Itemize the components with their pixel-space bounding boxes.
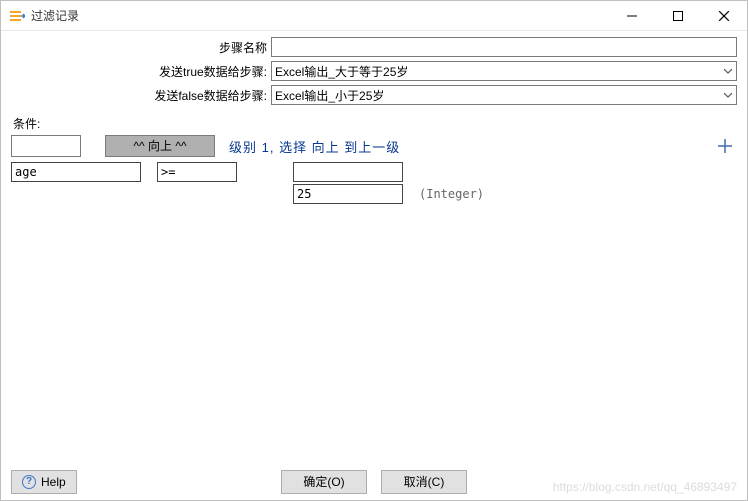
window-title: 过滤记录 — [31, 7, 609, 24]
send-false-combo[interactable] — [271, 85, 737, 105]
chevron-down-icon — [724, 91, 732, 99]
minimize-button[interactable] — [609, 1, 655, 31]
maximize-button[interactable] — [655, 1, 701, 31]
help-button[interactable]: ? Help — [11, 470, 77, 494]
condition-root-box[interactable] — [11, 135, 81, 157]
condition-type-label: (Integer) — [419, 187, 484, 201]
navigate-up-button[interactable]: ^^ 向上 ^^ — [105, 135, 215, 157]
title-bar: 过滤记录 — [1, 1, 747, 31]
send-true-dropdown-button[interactable] — [720, 62, 736, 80]
condition-operator-input[interactable] — [157, 162, 237, 182]
footer: ? Help 确定(O) 取消(C) — [1, 466, 747, 500]
cancel-button[interactable]: 取消(C) — [381, 470, 467, 494]
close-button[interactable] — [701, 1, 747, 31]
step-name-label: 步骤名称 — [11, 39, 271, 56]
add-condition-button[interactable] — [713, 134, 737, 158]
plus-icon — [717, 138, 733, 154]
condition-value-input-2[interactable] — [293, 184, 403, 204]
condition-value-input-1[interactable] — [293, 162, 403, 182]
send-true-label: 发送true数据给步骤: — [11, 63, 271, 80]
level-text: 级别 1, 选择 向上 到上一级 — [229, 137, 400, 156]
condition-field-input[interactable] — [11, 162, 141, 182]
help-label: Help — [41, 475, 66, 489]
help-icon: ? — [22, 475, 36, 489]
chevron-down-icon — [724, 67, 732, 75]
send-true-combo[interactable] — [271, 61, 737, 81]
ok-button[interactable]: 确定(O) — [281, 470, 367, 494]
step-name-input[interactable] — [271, 37, 737, 57]
conditions-label: 条件: — [1, 113, 747, 134]
send-false-label: 发送false数据给步骤: — [11, 87, 271, 104]
send-false-dropdown-button[interactable] — [720, 86, 736, 104]
app-icon — [9, 8, 25, 24]
